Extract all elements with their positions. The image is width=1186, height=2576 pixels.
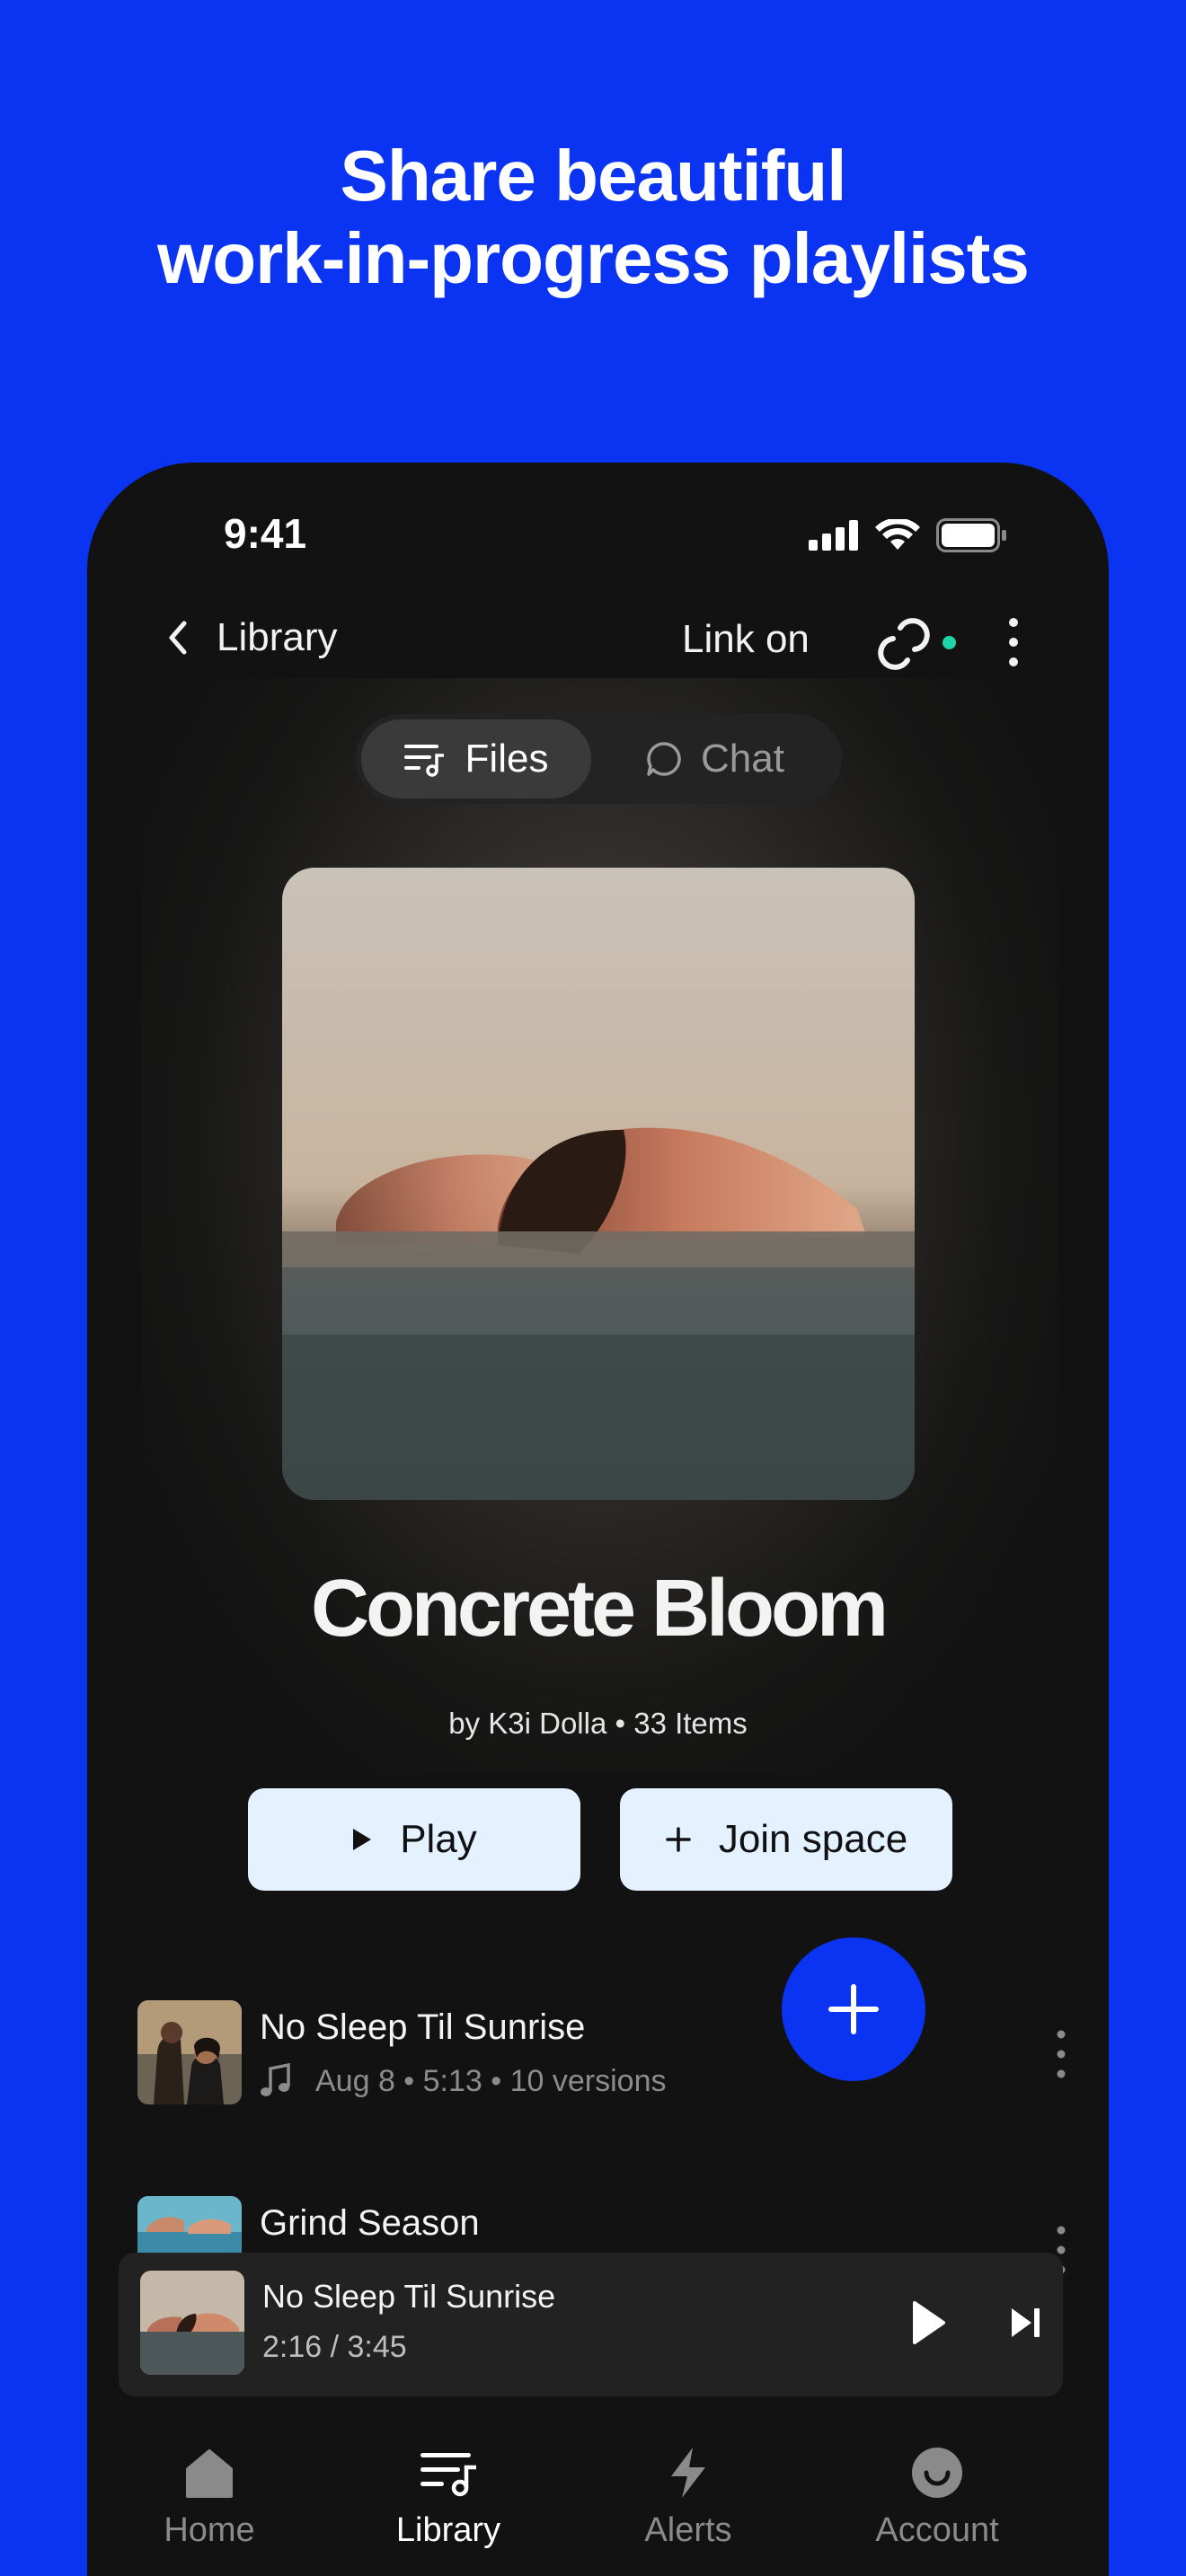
files-chat-segmented-control: Files Chat (356, 714, 842, 804)
bottom-tab-bar: Home Library Alerts Account (87, 2421, 1109, 2576)
status-icons (809, 518, 1008, 552)
music-note-icon (261, 2063, 290, 2096)
play-icon (353, 1829, 372, 1850)
track-meta: Aug 8 • 5:13 • 10 versions (260, 2063, 667, 2099)
play-button-label: Play (400, 1817, 477, 1861)
tab-library[interactable]: Library (350, 2446, 547, 2550)
headline-line-1: Share beautiful (340, 136, 847, 216)
mini-player-thumbnail (140, 2271, 244, 2375)
playlist-byline: by K3i Dolla • 33 Items (448, 1707, 748, 1740)
skip-next-icon[interactable] (1008, 2303, 1044, 2342)
tab-alerts[interactable]: Alerts (589, 2446, 787, 2550)
mini-player[interactable]: No Sleep Til Sunrise 2:16 / 3:45 (119, 2253, 1063, 2396)
join-space-button[interactable]: Join space (620, 1788, 952, 1891)
track-meta-text: Aug 8 • 5:13 • 10 versions (315, 2063, 667, 2098)
add-fab-button[interactable] (782, 1937, 925, 2081)
playlist-title: Concrete Bloom (310, 1564, 889, 1654)
tab-files[interactable]: Files (361, 719, 591, 798)
tab-alerts-label: Alerts (644, 2511, 732, 2549)
track-more-icon[interactable] (1052, 2027, 1070, 2081)
wifi-icon (875, 519, 920, 550)
playlist-icon (403, 745, 444, 777)
link-status-text[interactable]: Link on (682, 617, 810, 662)
chat-bubble-icon (647, 742, 681, 776)
tab-chat[interactable]: Chat (645, 719, 834, 798)
track-title: Grind Season (260, 2203, 480, 2243)
tab-files-label: Files (465, 737, 549, 781)
plus-icon (666, 1827, 691, 1852)
track-title: No Sleep Til Sunrise (260, 2007, 586, 2047)
tab-account[interactable]: Account (838, 2446, 1036, 2550)
phone-frame: 9:41 Library Link on Files Chat Concrete… (87, 463, 1109, 2576)
join-space-label: Join space (718, 1817, 908, 1861)
track-row[interactable]: No Sleep Til Sunrise Aug 8 • 5:13 • 10 v… (137, 2000, 1072, 2104)
back-label: Library (217, 615, 338, 659)
more-options-icon[interactable] (1000, 613, 1027, 671)
chevron-left-icon (169, 621, 187, 655)
tab-library-label: Library (395, 2511, 501, 2549)
tab-home[interactable]: Home (111, 2446, 308, 2550)
tab-account-label: Account (875, 2511, 999, 2549)
back-button[interactable]: Library (166, 615, 338, 660)
signal-icon (809, 520, 858, 551)
mini-player-title: No Sleep Til Sunrise (262, 2278, 556, 2315)
headline-line-2: work-in-progress playlists (157, 218, 1030, 298)
playlist-cover-image (282, 868, 915, 1500)
play-button[interactable]: Play (248, 1788, 580, 1891)
status-time: 9:41 (224, 510, 307, 557)
library-icon (420, 2453, 476, 2497)
tab-home-label: Home (164, 2511, 255, 2549)
battery-icon (936, 518, 1006, 552)
plus-icon (828, 1984, 879, 2034)
track-thumbnail (137, 2000, 242, 2104)
link-icon[interactable] (875, 615, 933, 673)
bolt-icon (671, 2448, 705, 2498)
mini-play-icon[interactable] (909, 2298, 949, 2348)
mini-player-time: 2:16 / 3:45 (262, 2330, 407, 2364)
smiley-icon (912, 2448, 962, 2498)
headline: Share beautiful work-in-progress playlis… (0, 135, 1186, 300)
home-icon (186, 2449, 233, 2498)
link-active-dot (943, 636, 956, 649)
tab-chat-label: Chat (701, 737, 784, 781)
